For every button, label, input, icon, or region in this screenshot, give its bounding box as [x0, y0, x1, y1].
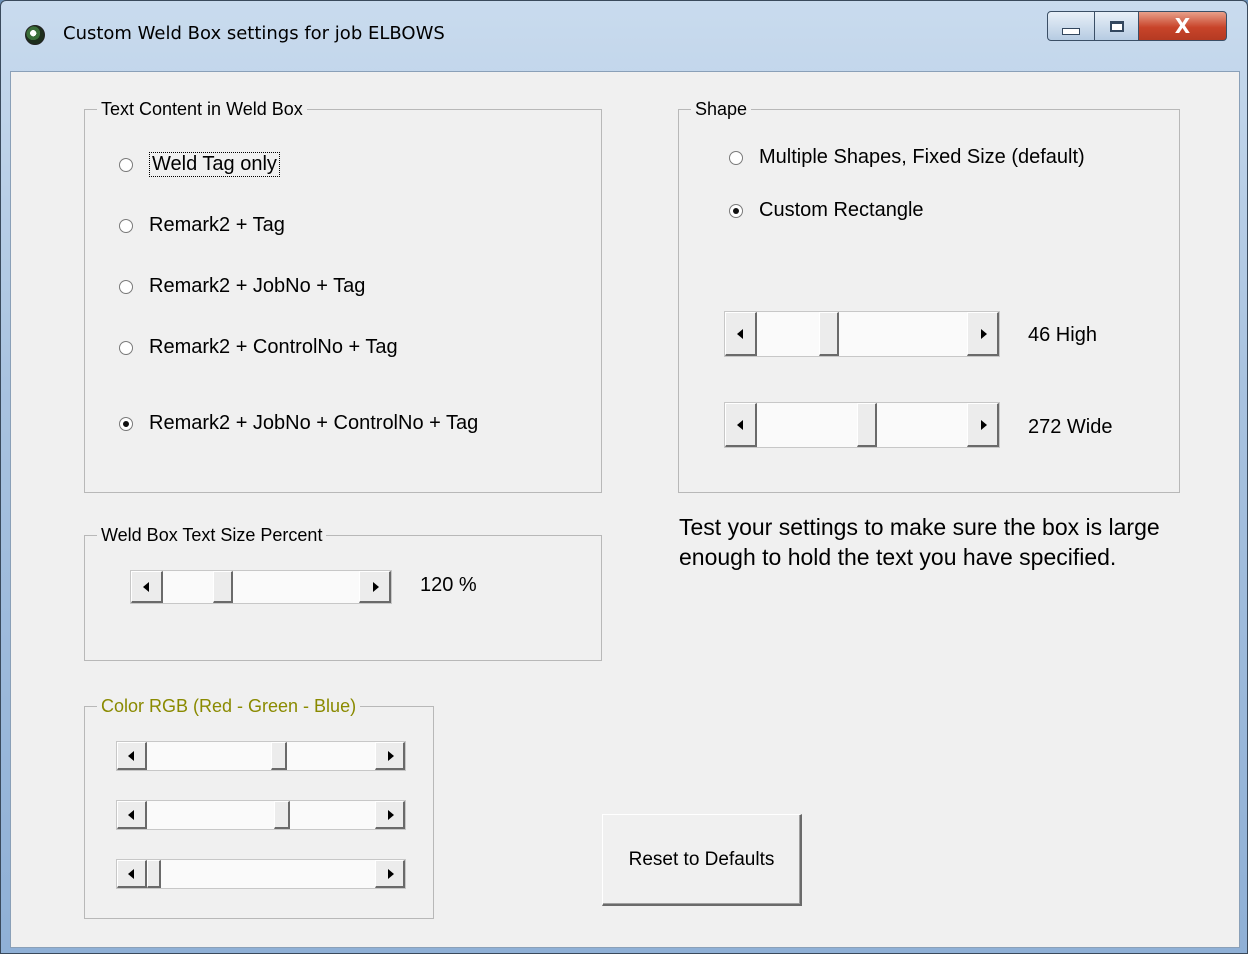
radio-label: Custom Rectangle: [759, 199, 924, 221]
height-scrollbar[interactable]: [724, 311, 1000, 357]
scroll-right-arrow-icon[interactable]: [967, 403, 999, 447]
settings-note: Test your settings to make sure the box …: [679, 514, 1160, 570]
radio-circle[interactable]: [729, 150, 743, 165]
radio-label: Remark2 + JobNo + Tag: [149, 275, 366, 297]
dialog-window: Custom Weld Box settings for job ELBOWS …: [0, 0, 1248, 954]
scroll-left-arrow-icon[interactable]: [117, 801, 147, 829]
radio-remark2-controlno-tag[interactable]: Remark2 + ControlNo + Tag: [119, 336, 398, 359]
text-size-value: 120 %: [420, 574, 477, 596]
scroll-right-arrow-icon[interactable]: [375, 860, 405, 888]
radio-circle[interactable]: [119, 279, 133, 294]
radio-label: Remark2 + JobNo + ControlNo + Tag: [149, 412, 479, 434]
color-rgb-group-label: Color RGB (Red - Green - Blue): [97, 695, 361, 717]
shape-group: Shape Multiple Shapes, Fixed Size (defau…: [678, 98, 1180, 493]
radio-circle[interactable]: [119, 218, 133, 233]
scroll-right-arrow-icon[interactable]: [967, 312, 999, 356]
height-value: 46 High: [1028, 324, 1097, 346]
blue-scrollbar[interactable]: [116, 859, 406, 889]
radio-weld-tag-only[interactable]: Weld Tag only: [119, 152, 280, 177]
scroll-thumb[interactable]: [147, 860, 161, 888]
scroll-thumb[interactable]: [274, 801, 290, 829]
radio-circle[interactable]: [119, 157, 133, 172]
minimize-icon: [1062, 27, 1080, 35]
scroll-thumb[interactable]: [271, 742, 287, 770]
scroll-thumb[interactable]: [857, 403, 877, 447]
text-size-scrollbar[interactable]: [130, 570, 392, 604]
radio-multiple-shapes[interactable]: Multiple Shapes, Fixed Size (default): [729, 146, 1085, 169]
radio-label: Weld Tag only: [149, 152, 280, 177]
scroll-right-arrow-icon[interactable]: [375, 742, 405, 770]
title-bar[interactable]: Custom Weld Box settings for job ELBOWS …: [1, 1, 1247, 71]
red-scrollbar[interactable]: [116, 741, 406, 771]
radio-label: Multiple Shapes, Fixed Size (default): [759, 146, 1085, 168]
maximize-button[interactable]: [1095, 11, 1139, 41]
radio-circle-selected[interactable]: [119, 416, 133, 431]
scroll-left-arrow-icon[interactable]: [131, 571, 163, 603]
radio-label: Remark2 + Tag: [149, 214, 285, 236]
close-button[interactable]: X: [1139, 11, 1227, 41]
window-title: Custom Weld Box settings for job ELBOWS: [63, 23, 445, 44]
minimize-button[interactable]: [1047, 11, 1095, 41]
shape-group-label: Shape: [691, 98, 752, 120]
scroll-right-arrow-icon[interactable]: [375, 801, 405, 829]
width-scrollbar[interactable]: [724, 402, 1000, 448]
scroll-thumb[interactable]: [213, 571, 233, 603]
radio-circle-selected[interactable]: [729, 203, 743, 218]
app-globe-icon[interactable]: [25, 25, 45, 45]
scroll-left-arrow-icon[interactable]: [725, 403, 757, 447]
text-size-group: Weld Box Text Size Percent 120 %: [84, 524, 602, 661]
maximize-icon: [1109, 20, 1124, 32]
green-scrollbar[interactable]: [116, 800, 406, 830]
radio-circle[interactable]: [119, 340, 133, 355]
close-icon: X: [1174, 14, 1191, 38]
scroll-left-arrow-icon[interactable]: [725, 312, 757, 356]
dialog-client-area: Text Content in Weld Box Weld Tag only R…: [10, 71, 1240, 948]
radio-remark2-tag[interactable]: Remark2 + Tag: [119, 214, 285, 237]
scroll-thumb[interactable]: [819, 312, 839, 356]
reset-to-defaults-button[interactable]: Reset to Defaults: [602, 814, 802, 906]
radio-custom-rectangle[interactable]: Custom Rectangle: [729, 199, 924, 222]
radio-remark2-jobno-tag[interactable]: Remark2 + JobNo + Tag: [119, 275, 365, 298]
radio-label: Remark2 + ControlNo + Tag: [149, 336, 398, 358]
scroll-left-arrow-icon[interactable]: [117, 860, 147, 888]
text-content-group-label: Text Content in Weld Box: [97, 98, 307, 120]
text-size-group-label: Weld Box Text Size Percent: [97, 524, 327, 546]
width-value: 272 Wide: [1028, 416, 1113, 438]
color-rgb-group: Color RGB (Red - Green - Blue): [84, 695, 434, 919]
scroll-left-arrow-icon[interactable]: [117, 742, 147, 770]
radio-remark2-jobno-controlno-tag[interactable]: Remark2 + JobNo + ControlNo + Tag: [119, 412, 478, 435]
scroll-right-arrow-icon[interactable]: [359, 571, 391, 603]
text-content-group: Text Content in Weld Box Weld Tag only R…: [84, 98, 602, 493]
